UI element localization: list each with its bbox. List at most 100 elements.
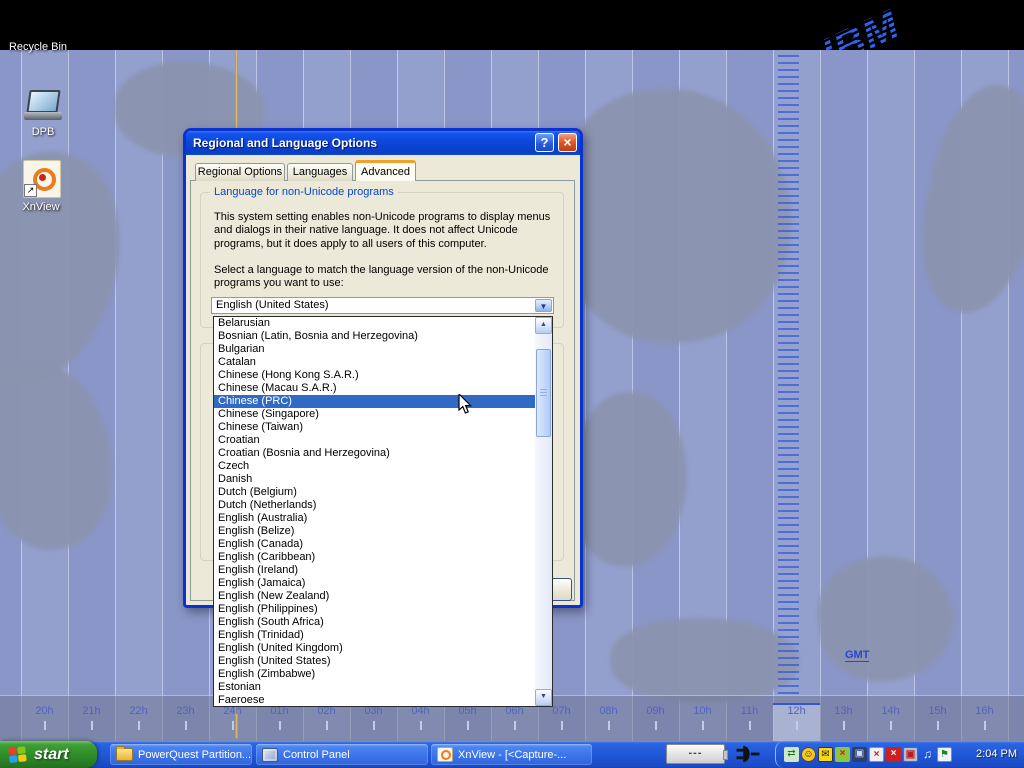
taskbar: start PowerQuest Partition... Control Pa…: [0, 741, 1024, 768]
list-item[interactable]: Dutch (Netherlands): [214, 499, 535, 512]
hour-label: 14h: [867, 703, 914, 741]
task-label: PowerQuest Partition...: [138, 749, 251, 761]
tray-update-icon[interactable]: ×: [835, 747, 850, 762]
list-item[interactable]: Belarusian: [214, 317, 535, 330]
top-band: IBM: [0, 0, 1024, 50]
xnview-icon[interactable]: ↗: [23, 160, 61, 198]
ibm-logo: IBM: [815, 0, 958, 50]
system-tray: ⇄☺✉×▣××▣♫⚑ 2:04 PM: [775, 741, 1024, 768]
dialog-title: Regional and Language Options: [193, 131, 377, 155]
task-label: XnView - [<Capture-...: [458, 749, 566, 761]
map-landmass: [905, 75, 1024, 323]
list-item[interactable]: Danish: [214, 473, 535, 486]
power-plug-icon: [735, 744, 761, 765]
hour-label: 24h: [209, 703, 256, 741]
list-item[interactable]: Chinese (Hong Kong S.A.R.): [214, 369, 535, 382]
scroll-up-icon[interactable]: ▲: [535, 317, 552, 334]
taskbar-clock[interactable]: 2:04 PM: [976, 741, 1017, 768]
task-xnview[interactable]: XnView - [<Capture-...: [431, 744, 592, 765]
tab-languages[interactable]: Languages: [287, 163, 353, 181]
map-landmass: [565, 387, 695, 571]
list-item[interactable]: English (Zimbabwe): [214, 668, 535, 681]
hour-label: 02h: [303, 703, 350, 741]
list-item[interactable]: Bosnian (Latin, Bosnia and Herzegovina): [214, 330, 535, 343]
close-button[interactable]: ×: [558, 133, 577, 152]
map-landmass: [610, 618, 800, 703]
list-item[interactable]: English (Belize): [214, 525, 535, 538]
battery-meter[interactable]: ---: [666, 744, 725, 764]
hour-label: 20h: [21, 703, 68, 741]
gmt-meridian-band: [778, 55, 799, 695]
list-item[interactable]: Faeroese: [214, 694, 535, 706]
list-item[interactable]: English (Australia): [214, 512, 535, 525]
task-control-panel[interactable]: Control Panel: [256, 744, 428, 765]
hour-label: 06h: [491, 703, 538, 741]
list-item[interactable]: English (Ireland): [214, 564, 535, 577]
tray-eject-icon[interactable]: ⇄: [784, 747, 799, 762]
list-item[interactable]: Croatian: [214, 434, 535, 447]
language-combobox[interactable]: English (United States) ▼: [211, 297, 554, 314]
scroll-down-icon[interactable]: ▼: [535, 689, 552, 706]
list-item[interactable]: Chinese (Macau S.A.R.): [214, 382, 535, 395]
list-item[interactable]: Estonian: [214, 681, 535, 694]
list-item[interactable]: Catalan: [214, 356, 535, 369]
list-item[interactable]: English (South Africa): [214, 616, 535, 629]
list-item[interactable]: Czech: [214, 460, 535, 473]
screen: 20h21h22h23h24h01h02h03h04h05h06h07h08h0…: [0, 0, 1024, 768]
task-powerquest[interactable]: PowerQuest Partition...: [110, 744, 252, 765]
xnview-label: XnView: [0, 201, 84, 213]
list-item[interactable]: Chinese (Singapore): [214, 408, 535, 421]
list-item[interactable]: English (United States): [214, 655, 535, 668]
tray-mail-icon[interactable]: ✉: [818, 747, 833, 762]
list-item[interactable]: English (Jamaica): [214, 577, 535, 590]
scrollbar-thumb[interactable]: [536, 349, 551, 437]
tray-battery-icon[interactable]: ☺: [801, 747, 816, 762]
dpb-icon[interactable]: [22, 88, 64, 124]
list-item[interactable]: English (New Zealand): [214, 590, 535, 603]
list-item[interactable]: English (Caribbean): [214, 551, 535, 564]
list-item[interactable]: Chinese (Taiwan): [214, 421, 535, 434]
help-button[interactable]: ?: [535, 133, 554, 152]
map-landmass: [0, 350, 126, 560]
tray-icons: ⇄☺✉×▣××▣♫⚑: [784, 747, 952, 762]
tray-volume-icon[interactable]: ♫: [920, 747, 935, 762]
hour-label: 04h: [397, 703, 444, 741]
tab-regional-options[interactable]: Regional Options: [195, 163, 285, 181]
list-item[interactable]: Bulgarian: [214, 343, 535, 356]
scrollbar[interactable]: ▲ ▼: [535, 317, 552, 706]
list-item[interactable]: English (Philippines): [214, 603, 535, 616]
map-landmass: [810, 547, 961, 690]
hour-label: 15h: [914, 703, 961, 741]
group-title: Language for non-Unicode programs: [210, 186, 398, 198]
hour-label: 16h: [961, 703, 1008, 741]
list-item[interactable]: English (United Kingdom): [214, 642, 535, 655]
laptop-base: [24, 112, 62, 120]
dpb-label: DPB: [0, 126, 86, 138]
task-icon: [262, 748, 278, 762]
list-item[interactable]: Croatian (Bosnia and Herzegovina): [214, 447, 535, 460]
hour-label: 10h: [679, 703, 726, 741]
tray-antivirus-icon[interactable]: ×: [886, 747, 901, 762]
list-item[interactable]: Chinese (PRC): [214, 395, 535, 408]
gmt-label: GMT: [845, 649, 869, 662]
task-icon: [437, 747, 453, 762]
tray-signal-icon[interactable]: ×: [869, 747, 884, 762]
list-item[interactable]: English (Canada): [214, 538, 535, 551]
task-icon: [116, 748, 133, 761]
chevron-down-icon[interactable]: ▼: [535, 299, 552, 312]
list-item[interactable]: Dutch (Belgium): [214, 486, 535, 499]
hour-label: 22h: [115, 703, 162, 741]
tab-advanced[interactable]: Advanced: [355, 160, 416, 181]
hour-label: 23h: [162, 703, 209, 741]
language-dropdown-list: BelarusianBosnian (Latin, Bosnia and Her…: [213, 316, 553, 707]
hour-label: 13h: [820, 703, 867, 741]
hour-label: 01h: [256, 703, 303, 741]
dialog-titlebar[interactable]: Regional and Language Options ? ×: [186, 131, 580, 155]
laptop-screen: [26, 90, 60, 113]
tray-network-icon[interactable]: ▣: [852, 747, 867, 762]
tray-flag-icon[interactable]: ⚑: [937, 747, 952, 762]
list-item[interactable]: English (Trinidad): [214, 629, 535, 642]
hour-label: 09h: [632, 703, 679, 741]
description-text: This system setting enables non-Unicode …: [214, 211, 562, 251]
tray-display-icon[interactable]: ▣: [903, 747, 918, 762]
